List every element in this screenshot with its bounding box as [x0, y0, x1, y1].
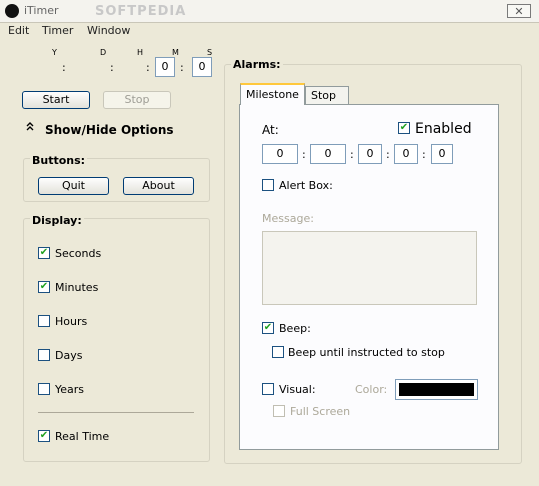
at-label: At:: [262, 123, 279, 137]
label-seconds: S: [207, 48, 213, 57]
time-separator: :: [180, 61, 184, 74]
color-swatch: [399, 383, 474, 396]
time-separator: :: [62, 61, 66, 74]
at-value-5[interactable]: 0: [431, 144, 453, 164]
menu-timer[interactable]: Timer: [42, 24, 73, 37]
beep-label: Beep:: [279, 322, 311, 335]
at-separator: :: [422, 148, 426, 161]
real-time-checkbox[interactable]: ✔: [38, 430, 50, 442]
about-button[interactable]: About: [123, 177, 194, 195]
at-separator: :: [386, 148, 390, 161]
time-separator: :: [146, 61, 150, 74]
seconds-display: 0: [192, 57, 212, 77]
visual-checkbox[interactable]: [262, 383, 274, 395]
full-screen-checkbox[interactable]: [273, 405, 285, 417]
at-separator: :: [350, 148, 354, 161]
menu-window[interactable]: Window: [87, 24, 130, 37]
tab-milestone[interactable]: Milestone: [240, 83, 305, 105]
color-swatch-button[interactable]: [395, 379, 478, 400]
alert-box-label: Alert Box:: [279, 179, 333, 192]
title-bar: [0, 0, 539, 23]
beep-checkbox[interactable]: ✔: [262, 322, 274, 334]
at-value-4[interactable]: 0: [394, 144, 418, 164]
buttons-group-heading: Buttons:: [30, 154, 88, 167]
message-label: Message:: [262, 212, 314, 225]
alert-box-checkbox[interactable]: [262, 179, 274, 191]
minutes-label: Minutes: [55, 281, 99, 294]
message-textarea[interactable]: [262, 231, 477, 305]
days-checkbox[interactable]: [38, 349, 50, 361]
display-group: [23, 218, 210, 462]
hours-label: Hours: [55, 315, 88, 328]
days-label: Days: [55, 349, 83, 362]
minutes-display: 0: [155, 57, 175, 77]
hours-checkbox[interactable]: [38, 315, 50, 327]
at-value-1[interactable]: 0: [262, 144, 298, 164]
seconds-label: Seconds: [55, 247, 102, 260]
close-button[interactable]: ✕: [507, 4, 531, 18]
real-time-label: Real Time: [55, 430, 110, 443]
seconds-checkbox[interactable]: ✔: [38, 247, 50, 259]
color-label: Color:: [355, 383, 388, 396]
visual-label: Visual:: [279, 383, 316, 396]
enabled-checkbox[interactable]: ✔: [398, 122, 410, 134]
enabled-label: Enabled: [415, 121, 472, 137]
app-icon: [5, 4, 19, 18]
at-value-2[interactable]: 0: [310, 144, 346, 164]
at-separator: :: [302, 148, 306, 161]
watermark: SOFTPEDIA: [95, 4, 187, 19]
years-label: Years: [55, 383, 85, 396]
beep-until-checkbox[interactable]: [272, 346, 284, 358]
stop-button[interactable]: Stop: [103, 91, 171, 109]
time-separator: :: [110, 61, 114, 74]
display-group-heading: Display:: [30, 214, 84, 227]
double-chevron-up-icon[interactable]: [26, 121, 34, 134]
start-button[interactable]: Start: [22, 91, 90, 109]
years-checkbox[interactable]: [38, 383, 50, 395]
label-years: Y: [52, 48, 57, 57]
at-value-3[interactable]: 0: [358, 144, 382, 164]
menu-bar: Edit Timer Window: [0, 23, 539, 39]
label-minutes: M: [172, 48, 179, 57]
quit-button[interactable]: Quit: [38, 177, 109, 195]
beep-until-label: Beep until instructed to stop: [288, 346, 445, 359]
label-hours: H: [137, 48, 144, 57]
minutes-checkbox[interactable]: ✔: [38, 281, 50, 293]
label-days: D: [100, 48, 107, 57]
alarms-heading: Alarms:: [231, 58, 283, 71]
menu-edit[interactable]: Edit: [8, 24, 29, 37]
tab-stop[interactable]: Stop: [305, 86, 349, 104]
show-hide-options-toggle[interactable]: Show/Hide Options: [45, 123, 174, 137]
full-screen-label: Full Screen: [290, 405, 351, 418]
window-title: iTimer: [24, 4, 59, 17]
divider: [38, 412, 194, 413]
